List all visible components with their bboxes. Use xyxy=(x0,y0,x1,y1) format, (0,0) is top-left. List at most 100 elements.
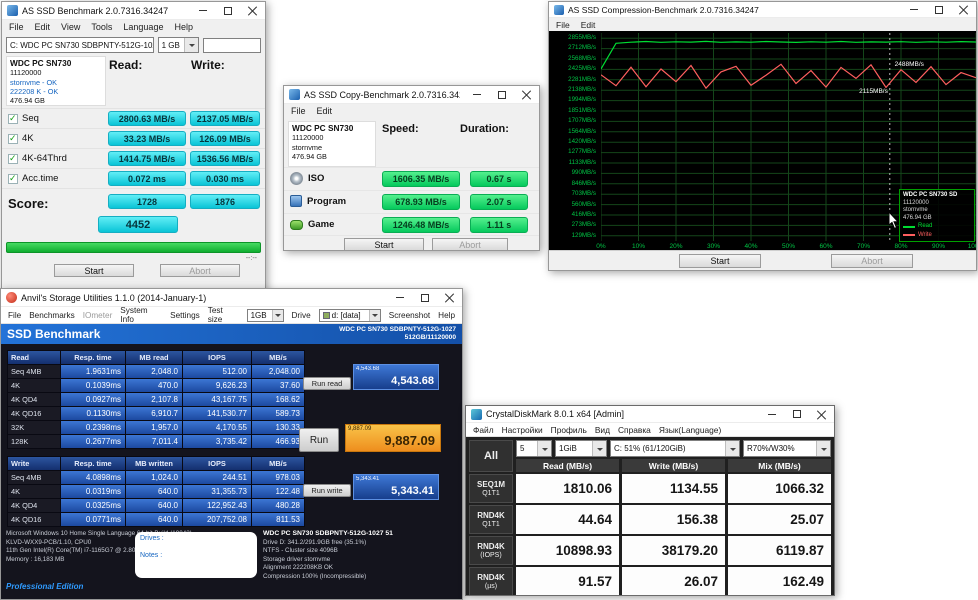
test-size-select[interactable]: 1GB xyxy=(246,308,284,322)
drive-info-panel: WDC PC SN730 11120000 stornvme 476.94 GB xyxy=(288,121,376,167)
read-score-box: 4,543.68 4,543.68 xyxy=(353,364,439,390)
run-button[interactable]: Run xyxy=(299,428,339,452)
device-name: WDC PC SN730 SDBPNTY-512G-1027 xyxy=(339,326,456,333)
minimize-button[interactable] xyxy=(387,289,412,306)
column-header: Write xyxy=(8,457,60,470)
maximize-button[interactable] xyxy=(215,2,240,19)
maximize-button[interactable] xyxy=(412,289,437,306)
run-write-button[interactable]: Run write xyxy=(303,484,351,497)
test-count-select[interactable]: 5 xyxy=(516,440,552,457)
rnd4k-latency-button[interactable]: RND4K (µs) xyxy=(469,567,513,595)
menu-edit[interactable]: Edit xyxy=(317,106,333,116)
menu-file[interactable]: File xyxy=(9,22,24,32)
menu-edit[interactable]: Edit xyxy=(35,22,51,32)
run-read-button[interactable]: Run read xyxy=(303,377,351,390)
menu-file[interactable]: File xyxy=(8,311,21,320)
close-button[interactable] xyxy=(437,289,462,306)
abort-button[interactable]: Abort xyxy=(432,238,508,250)
menu-settings[interactable]: Settings xyxy=(170,311,200,320)
test-size-value: 1GB xyxy=(250,310,267,320)
abort-button[interactable]: Abort xyxy=(831,254,913,268)
menu-tools[interactable]: Tools xyxy=(91,22,112,32)
row-label: 4K QD4 xyxy=(8,393,60,406)
test-sublabel: Q1T1 xyxy=(482,489,500,497)
name-input[interactable] xyxy=(203,37,261,53)
edition-label[interactable]: Professional Edition xyxy=(6,582,83,591)
read-value: 1414.75 MB/s xyxy=(108,151,186,166)
menu-screenshot[interactable]: Screenshot xyxy=(389,311,430,320)
abort-button[interactable]: Abort xyxy=(160,264,240,277)
start-button[interactable]: Start xyxy=(344,238,424,250)
minimize-button[interactable] xyxy=(759,406,784,422)
resp-time: 0.0927ms xyxy=(61,393,125,406)
close-button[interactable] xyxy=(951,2,976,17)
y-tick-label: 990MB/s xyxy=(571,169,596,177)
window-title: AS SSD Compression-Benchmark 2.0.7316.34… xyxy=(568,4,759,15)
start-button[interactable]: Start xyxy=(54,264,134,277)
total-score-box: 9,887.09 9,887.09 xyxy=(345,424,441,452)
window-title: AS SSD Benchmark 2.0.7316.34247 xyxy=(22,5,169,16)
menu-view[interactable]: Вид xyxy=(595,425,610,435)
seq1m-q1t1-button[interactable]: SEQ1M Q1T1 xyxy=(469,474,513,503)
menu-profile[interactable]: Профиль xyxy=(551,425,587,435)
menu-language[interactable]: Language xyxy=(123,22,163,32)
resp-time: 0.2677ms xyxy=(61,435,125,448)
column-header: Resp. time xyxy=(61,351,125,364)
drive-select[interactable]: d: [data] xyxy=(318,308,381,322)
test-size-select[interactable]: 1GiB xyxy=(555,440,607,457)
all-test-button[interactable]: All xyxy=(469,440,513,472)
title-bar[interactable]: Anvil's Storage Utilities 1.1.0 (2014-Ja… xyxy=(1,289,462,307)
menu-help[interactable]: Help xyxy=(438,311,455,320)
maximize-button[interactable] xyxy=(784,406,809,422)
mix-ratio-select[interactable]: R70%/W30% xyxy=(743,440,831,457)
drives-notes-panel[interactable]: Drives : Notes : xyxy=(135,532,257,578)
menu-file[interactable]: File xyxy=(556,20,570,30)
minimize-button[interactable] xyxy=(901,2,926,17)
title-bar[interactable]: AS SSD Compression-Benchmark 2.0.7316.34… xyxy=(549,2,976,18)
minimize-button[interactable] xyxy=(190,2,215,19)
menu-view[interactable]: View xyxy=(61,22,80,32)
rnd4k-iops-button[interactable]: RND4K (IOPS) xyxy=(469,536,513,565)
checkbox-checked-icon[interactable] xyxy=(8,113,18,124)
y-tick-label: 560MB/s xyxy=(571,200,596,208)
checkbox-checked-icon[interactable] xyxy=(8,153,18,164)
row-label: Acc.time xyxy=(22,173,59,184)
menu-settings[interactable]: Настройки xyxy=(502,425,543,435)
maximize-button[interactable] xyxy=(926,2,951,17)
menu-edit[interactable]: Edit xyxy=(581,20,596,30)
checkbox-checked-icon[interactable] xyxy=(8,173,18,184)
checkbox-checked-icon[interactable] xyxy=(8,133,18,144)
menu-file[interactable]: Файл xyxy=(473,425,494,435)
menu-file[interactable]: File xyxy=(291,106,306,116)
drive-select[interactable]: C: WDC PC SN730 SDBPNTY-512G-102 xyxy=(6,37,154,53)
title-bar[interactable]: CrystalDiskMark 8.0.1 x64 [Admin] xyxy=(466,406,834,423)
title-bar[interactable]: AS SSD Benchmark 2.0.7316.34247 xyxy=(2,2,265,20)
chevron-down-icon xyxy=(184,38,198,52)
mbps: 2,048.00 xyxy=(252,365,304,378)
read-value: 91.57 xyxy=(516,567,619,595)
close-button[interactable] xyxy=(240,2,265,19)
chart-annotation: 2115MB/s xyxy=(859,87,888,95)
test-label: RND4K xyxy=(477,572,505,582)
menu-help[interactable]: Help xyxy=(174,22,193,32)
rnd4k-q1t1-button[interactable]: RND4K Q1T1 xyxy=(469,505,513,534)
menu-system-info[interactable]: System Info xyxy=(120,306,162,324)
write-value: 1536.56 MB/s xyxy=(190,151,260,166)
menu-language[interactable]: Язык(Language) xyxy=(659,425,721,435)
x-tick-label: 60% xyxy=(819,243,833,250)
menu-iometer[interactable]: IOmeter xyxy=(83,311,113,320)
maximize-button[interactable] xyxy=(489,86,514,103)
drive-driver-status: stornvme - OK xyxy=(10,77,58,87)
maximize-icon xyxy=(420,293,429,302)
minimize-button[interactable] xyxy=(464,86,489,103)
target-drive-select[interactable]: C: 51% (61/120GiB) xyxy=(610,440,740,457)
menu-help[interactable]: Справка xyxy=(618,425,651,435)
column-header: MB/s xyxy=(252,457,304,470)
title-bar[interactable]: AS SSD Copy-Benchmark 2.0.7316.34247 xyxy=(284,86,539,104)
start-button[interactable]: Start xyxy=(679,254,761,268)
test-size-select[interactable]: 1 GB xyxy=(157,37,199,53)
close-button[interactable] xyxy=(514,86,539,103)
menu-benchmarks[interactable]: Benchmarks xyxy=(29,311,75,320)
read-value: 10898.93 xyxy=(516,536,619,565)
close-button[interactable] xyxy=(809,406,834,422)
